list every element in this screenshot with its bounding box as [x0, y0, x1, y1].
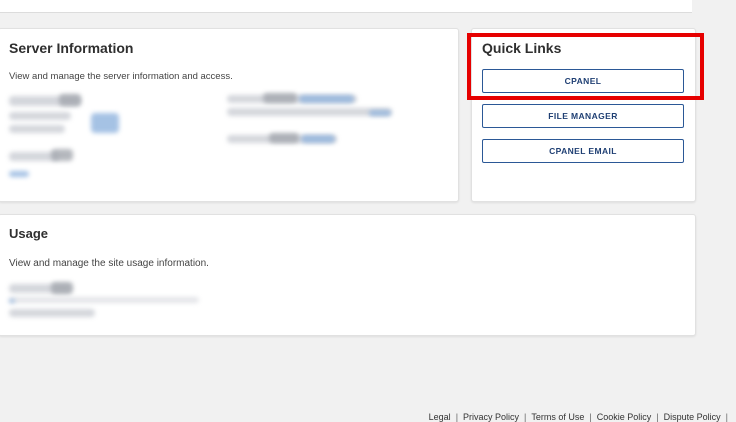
file-manager-button[interactable]: FILE MANAGER [482, 104, 684, 128]
footer-links: Legal | Privacy Policy | Terms of Use | Cookie… [429, 412, 733, 422]
footer-separator: | [589, 412, 592, 422]
usage-description: View and manage the site usage informati… [9, 258, 209, 269]
footer-link-terms-of-use[interactable]: Terms of Use [531, 412, 584, 422]
footer-link-legal[interactable]: Legal [429, 412, 451, 422]
footer-separator: | [524, 412, 527, 422]
server-information-title: Server Information [9, 40, 134, 56]
footer-link-cookie-policy[interactable]: Cookie Policy [597, 412, 652, 422]
usage-title: Usage [9, 226, 49, 241]
footer-separator: | [455, 412, 459, 422]
footer-separator: | [725, 412, 728, 422]
cpanel-email-button[interactable]: CPANEL EMAIL [482, 139, 684, 163]
usage-card: Usage View and manage the site usage inf… [0, 214, 696, 336]
footer-separator: | [656, 412, 659, 422]
highlight-annotation [467, 33, 704, 100]
footer-link-privacy-policy[interactable]: Privacy Policy [463, 412, 519, 422]
server-information-card: Server Information View and manage the s… [0, 28, 459, 202]
top-strip [0, 0, 692, 13]
server-information-description: View and manage the server information a… [9, 71, 233, 82]
footer-link-dispute-policy[interactable]: Dispute Policy [664, 412, 721, 422]
